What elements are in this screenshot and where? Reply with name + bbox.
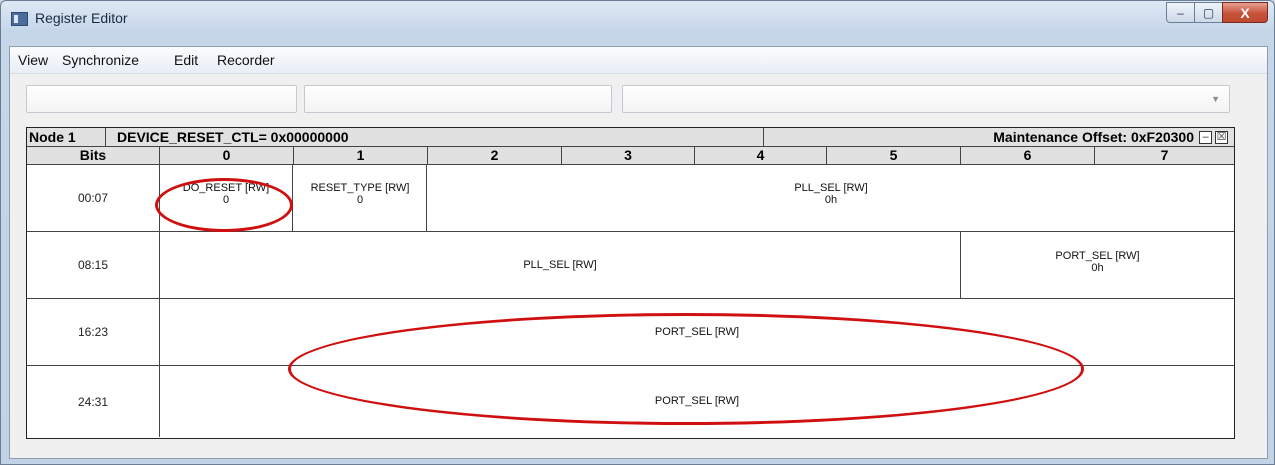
toolbar-dropdown[interactable]: ▼ [622,85,1230,113]
field-name: PLL_SEL [RW] [794,182,868,194]
menu-synchronize[interactable]: Synchronize [62,52,139,68]
col-6: 6 [961,147,1095,164]
col-3: 3 [562,147,695,164]
field-port-sel[interactable]: PORT_SEL [RW] [160,299,1234,365]
col-bits: Bits [27,147,160,164]
client-area: View Synchronize Edit Recorder ▼ Node 1 … [9,46,1268,459]
field-name: DO_RESET [RW] [182,182,270,194]
col-1: 1 [294,147,428,164]
close-panel-icon[interactable]: ☒ [1215,131,1228,144]
field-pll-sel[interactable]: PLL_SEL [RW] [160,232,961,298]
menu-bar: View Synchronize Edit Recorder [10,47,1267,74]
col-4: 4 [695,147,827,164]
offset-cell: Maintenance Offset: 0xF20300 – ☒ [764,128,1234,146]
minimize-panel-icon[interactable]: – [1199,131,1212,144]
col-2: 2 [428,147,562,164]
toolbar-field-2[interactable] [304,85,612,113]
menu-edit[interactable]: Edit [174,52,198,68]
register-name: DEVICE_RESET_CTL= 0x00000000 [105,128,764,146]
field-value: 0h [824,194,838,206]
col-0: 0 [160,147,294,164]
menu-recorder[interactable]: Recorder [217,52,275,68]
field-value: 0 [356,194,364,206]
toolbar: ▼ [10,74,1267,120]
field-name: PORT_SEL [RW] [654,326,740,338]
field-value: 0h [1091,262,1104,274]
field-name: PORT_SEL [RW] [654,395,740,407]
register-row-08-15: 08:15 PLL_SEL [RW] PORT_SEL [RW] 0h [27,232,1234,299]
register-row-00-07: 00:07 DO_RESET [RW] 0 RESET_TYPE [RW] 0 … [27,165,1234,232]
title-bar[interactable]: Register Editor – ▢ X [1,1,1274,35]
maximize-button[interactable]: ▢ [1194,2,1222,23]
maintenance-offset: Maintenance Offset: 0xF20300 [993,129,1194,145]
register-row-16-23: 16:23 PORT_SEL [RW] [27,299,1234,366]
close-button[interactable]: X [1222,2,1268,23]
field-value: 0 [222,194,230,206]
register-header: Node 1 DEVICE_RESET_CTL= 0x00000000 Main… [27,128,1234,147]
window-title: Register Editor [35,10,128,26]
minimize-button[interactable]: – [1166,2,1194,23]
chevron-down-icon: ▼ [1211,94,1220,104]
field-name: PLL_SEL [RW] [523,259,597,271]
window-controls: – ▢ X [1166,2,1268,23]
col-7: 7 [1160,147,1169,163]
bits-label: 16:23 [27,299,160,365]
column-header: Bits 0 1 2 3 4 5 6 7 [27,147,1234,165]
field-port-sel[interactable]: PORT_SEL [RW] [160,366,1234,437]
field-name: PORT_SEL [RW] [1055,250,1140,262]
register-panel: Node 1 DEVICE_RESET_CTL= 0x00000000 Main… [26,127,1235,439]
field-name: RESET_TYPE [RW] [310,182,410,194]
field-reset-type[interactable]: RESET_TYPE [RW] 0 [294,165,427,231]
bits-label: 08:15 [27,232,160,298]
register-row-24-31: 24:31 PORT_SEL [RW] [27,366,1234,437]
field-port-sel[interactable]: PORT_SEL [RW] 0h [961,232,1234,298]
app-icon [11,12,28,26]
field-pll-sel[interactable]: PLL_SEL [RW] 0h [428,165,1234,231]
menu-view[interactable]: View [18,52,48,68]
toolbar-field-1[interactable] [26,85,297,113]
register-editor-window: Register Editor – ▢ X View Synchronize E… [0,0,1275,465]
col-5: 5 [827,147,961,164]
bits-label: 24:31 [27,366,160,437]
node-label: Node 1 [27,128,106,146]
field-do-reset[interactable]: DO_RESET [RW] 0 [160,165,293,231]
bits-label: 00:07 [27,165,160,231]
